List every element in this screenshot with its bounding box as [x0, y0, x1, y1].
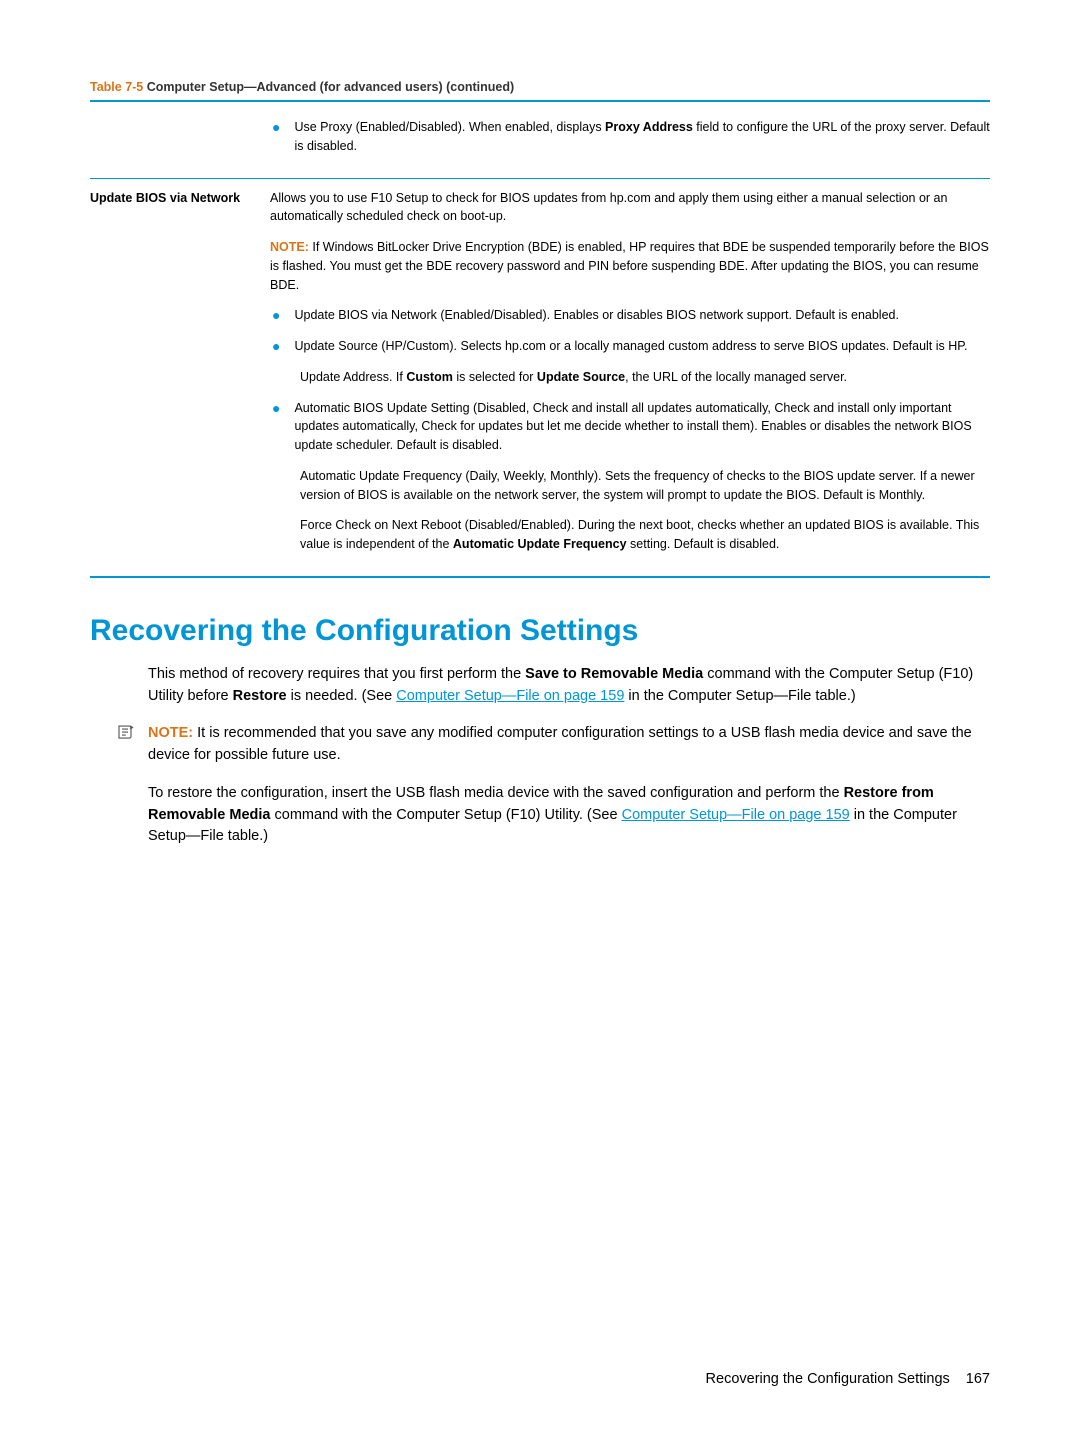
row-content: ● Use Proxy (Enabled/Disabled). When ena… [270, 112, 990, 168]
indented-paragraph: Update Address. If Custom is selected fo… [300, 368, 990, 387]
section-heading: Recovering the Configuration Settings [90, 614, 990, 648]
text-span: To restore the configuration, insert the… [148, 785, 844, 801]
table-row: Update BIOS via Network Allows you to us… [90, 179, 990, 576]
indented-paragraph: Force Check on Next Reboot (Disabled/Ena… [300, 516, 990, 554]
table-number: Table 7-5 [90, 80, 143, 94]
text-span: is needed. (See [287, 688, 397, 704]
cross-reference-link[interactable]: Computer Setup—File on page 159 [622, 807, 850, 823]
note-label: NOTE: [270, 240, 309, 254]
bullet-text: Update BIOS via Network (Enabled/Disable… [294, 306, 990, 325]
bold-text: Restore [233, 688, 287, 704]
note-paragraph: NOTE: If Windows BitLocker Drive Encrypt… [270, 238, 990, 294]
row-label-empty [90, 112, 270, 168]
page-number: 167 [966, 1371, 990, 1387]
bold-text: Proxy Address [605, 120, 693, 134]
text-span: Use Proxy (Enabled/Disabled). When enabl… [294, 120, 605, 134]
note-text: It is recommended that you save any modi… [148, 725, 972, 763]
note-text: If Windows BitLocker Drive Encryption (B… [270, 240, 989, 292]
note-icon [116, 723, 134, 741]
body-paragraph: To restore the configuration, insert the… [148, 783, 990, 848]
table-row: ● Use Proxy (Enabled/Disabled). When ena… [90, 102, 990, 178]
table-bottom-rule [90, 576, 990, 578]
footer-title: Recovering the Configuration Settings [706, 1371, 950, 1387]
note-block: NOTE: It is recommended that you save an… [116, 723, 990, 767]
table-caption: Table 7-5 Computer Setup—Advanced (for a… [90, 80, 990, 94]
bullet-icon: ● [272, 337, 280, 356]
text-span: setting. Default is disabled. [627, 537, 780, 551]
table-title: Computer Setup—Advanced (for advanced us… [143, 80, 514, 94]
bold-text: Automatic Update Frequency [453, 537, 627, 551]
text-span: command with the Computer Setup (F10) Ut… [271, 807, 622, 823]
paragraph: Allows you to use F10 Setup to check for… [270, 189, 990, 227]
text-span: is selected for [453, 370, 537, 384]
bullet-text: Update Source (HP/Custom). Selects hp.co… [294, 337, 990, 356]
list-item: ● Update BIOS via Network (Enabled/Disab… [270, 306, 990, 325]
body-paragraph: This method of recovery requires that yo… [148, 664, 990, 708]
list-item: ● Update Source (HP/Custom). Selects hp.… [270, 337, 990, 356]
bullet-icon: ● [272, 399, 280, 455]
bold-text: Custom [406, 370, 453, 384]
note-content: NOTE: It is recommended that you save an… [148, 723, 990, 767]
list-item: ● Use Proxy (Enabled/Disabled). When ena… [270, 118, 990, 156]
text-span: in the Computer Setup—File table.) [624, 688, 855, 704]
bullet-icon: ● [272, 306, 280, 325]
bullet-text: Use Proxy (Enabled/Disabled). When enabl… [294, 118, 990, 156]
note-icon-wrap [116, 723, 148, 767]
text-span: Update Address. If [300, 370, 406, 384]
page-footer: Recovering the Configuration Settings 16… [706, 1371, 990, 1387]
text-span: This method of recovery requires that yo… [148, 666, 525, 682]
cross-reference-link[interactable]: Computer Setup—File on page 159 [396, 688, 624, 704]
bullet-text: Automatic BIOS Update Setting (Disabled,… [294, 399, 990, 455]
list-item: ● Automatic BIOS Update Setting (Disable… [270, 399, 990, 455]
row-content: Allows you to use F10 Setup to check for… [270, 189, 990, 566]
bullet-icon: ● [272, 118, 280, 156]
bold-text: Save to Removable Media [525, 666, 703, 682]
note-label: NOTE: [148, 725, 193, 741]
bold-text: Update Source [537, 370, 625, 384]
row-label: Update BIOS via Network [90, 189, 270, 566]
indented-paragraph: Automatic Update Frequency (Daily, Weekl… [300, 467, 990, 505]
text-span: , the URL of the locally managed server. [625, 370, 847, 384]
